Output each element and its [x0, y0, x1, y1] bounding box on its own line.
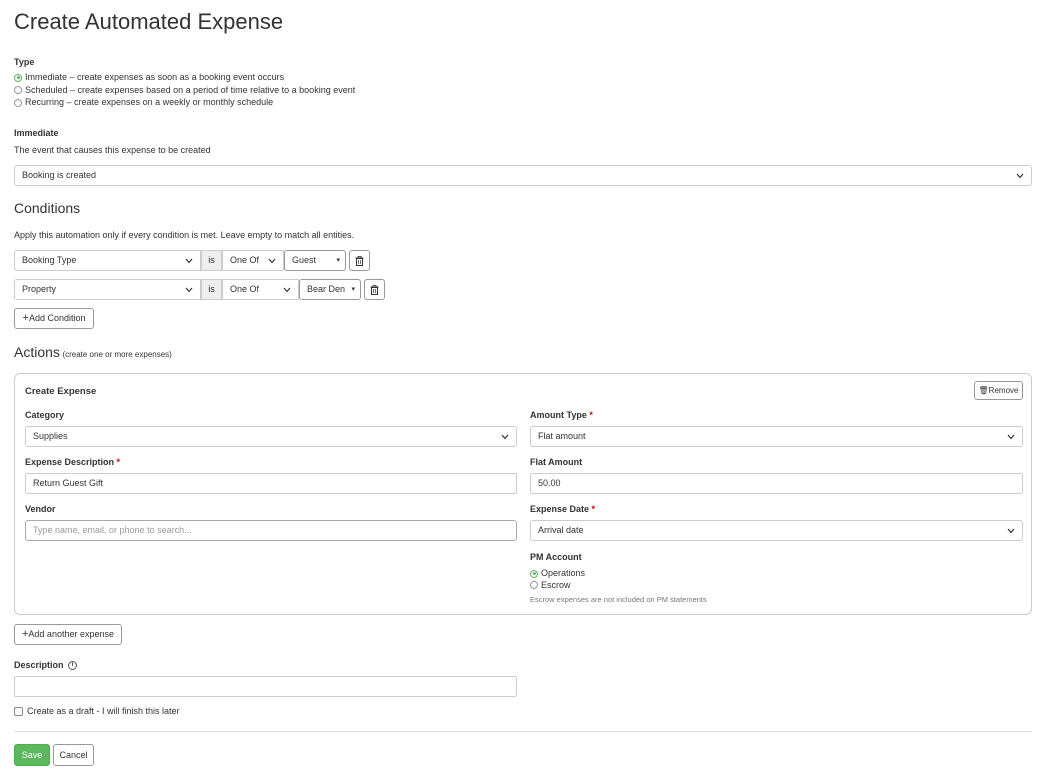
vendor-search-input[interactable]: Type name, email, or phone to search...: [25, 520, 517, 541]
info-icon[interactable]: i: [68, 661, 78, 671]
conditions-help: Apply this automation only if every cond…: [14, 230, 355, 240]
pm-option-operations[interactable]: Operations: [530, 568, 585, 580]
condition-field-select[interactable]: Property: [14, 279, 201, 300]
radio-icon[interactable]: [14, 86, 22, 95]
condition-value-select[interactable]: Guest ▾: [284, 250, 346, 271]
radio-selected-icon[interactable]: [530, 569, 538, 578]
flat-amount-label: Flat Amount: [530, 457, 583, 467]
chevron-down-icon: [501, 427, 509, 440]
event-select[interactable]: Booking is created: [14, 165, 1032, 186]
trash-icon: [370, 285, 379, 295]
type-option-scheduled[interactable]: Scheduled – create expenses based on a p…: [14, 84, 355, 97]
chevron-down-icon: [1016, 166, 1024, 179]
chevron-down-icon: [185, 251, 193, 264]
draft-checkbox-row[interactable]: Create as a draft - I will finish this l…: [14, 706, 180, 717]
delete-condition-button[interactable]: [364, 279, 385, 300]
chevron-down-icon: [1007, 427, 1015, 440]
trash-icon: 🗑: [978, 386, 989, 395]
draft-checkbox[interactable]: [14, 707, 23, 717]
actions-subtitle: (create one or more expenses): [62, 350, 172, 359]
chevron-down-icon: [1007, 521, 1015, 534]
divider: [14, 731, 1032, 732]
expense-date-select[interactable]: Arrival date: [530, 520, 1023, 541]
caret-down-icon: ▾: [336, 257, 340, 264]
condition-match-select[interactable]: One Of: [222, 279, 299, 300]
radio-selected-icon[interactable]: [14, 73, 22, 82]
vendor-label: Vendor: [25, 504, 56, 514]
add-another-expense-button[interactable]: +Add another expense: [14, 624, 122, 645]
description-label: Description i: [14, 660, 78, 671]
type-radio-group: Immediate – create expenses as soon as a…: [14, 71, 355, 109]
expense-description-label: Expense Description *: [25, 457, 121, 467]
amount-type-select[interactable]: Flat amount: [530, 426, 1023, 447]
type-option-immediate[interactable]: Immediate – create expenses as soon as a…: [14, 71, 355, 84]
category-label: Category: [25, 410, 65, 420]
category-select[interactable]: Supplies: [25, 426, 517, 447]
chevron-down-icon: [283, 280, 291, 293]
pm-account-radio-group: Operations Escrow: [530, 568, 585, 591]
trash-icon: [355, 256, 364, 266]
required-mark: *: [591, 504, 596, 514]
amount-type-label: Amount Type *: [530, 410, 593, 420]
flat-amount-input[interactable]: 50.00: [530, 473, 1023, 494]
condition-value-select[interactable]: Bear Den ▾: [299, 279, 361, 300]
pm-account-label: PM Account: [530, 552, 582, 562]
required-mark: *: [589, 410, 593, 420]
card-title: Create Expense: [25, 386, 97, 397]
condition-match-select[interactable]: One Of: [222, 250, 284, 271]
immediate-help: The event that causes this expense to be…: [14, 145, 211, 155]
pm-option-escrow[interactable]: Escrow: [530, 580, 585, 592]
pm-account-note: Escrow expenses are not included on PM s…: [530, 595, 707, 604]
conditions-title: Conditions: [14, 200, 81, 216]
chevron-down-icon: [185, 280, 193, 293]
delete-condition-button[interactable]: [349, 250, 370, 271]
description-input[interactable]: [14, 676, 517, 697]
required-mark: *: [116, 457, 121, 467]
remove-expense-button[interactable]: 🗑Remove: [974, 381, 1023, 400]
radio-icon[interactable]: [14, 98, 22, 107]
actions-title: Actions: [14, 344, 60, 360]
add-condition-button[interactable]: +Add Condition: [14, 308, 94, 329]
cancel-button[interactable]: Cancel: [53, 744, 94, 766]
type-label: Type: [14, 57, 35, 67]
radio-icon[interactable]: [530, 581, 538, 590]
actions-heading: Actions (create one or more expenses): [14, 344, 172, 360]
expense-description-input[interactable]: Return Guest Gift: [25, 473, 517, 494]
immediate-label: Immediate: [14, 128, 59, 138]
page-title: Create Automated Expense: [14, 9, 284, 34]
create-expense-card: [14, 373, 1032, 615]
caret-down-icon: ▾: [351, 286, 355, 293]
type-option-recurring[interactable]: Recurring – create expenses on a weekly …: [14, 96, 355, 109]
condition-operator-label: is: [201, 250, 222, 271]
condition-operator-label: is: [201, 279, 222, 300]
expense-date-label: Expense Date *: [530, 504, 596, 514]
chevron-down-icon: [268, 251, 276, 264]
condition-field-select[interactable]: Booking Type: [14, 250, 201, 271]
save-button[interactable]: Save: [14, 744, 50, 766]
